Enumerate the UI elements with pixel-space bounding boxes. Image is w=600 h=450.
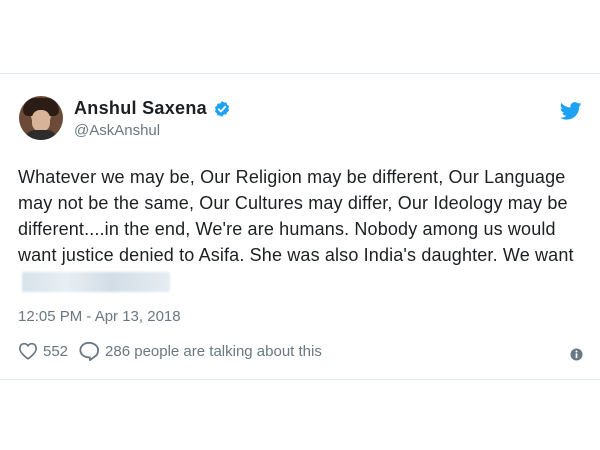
speech-bubble-icon: [79, 341, 100, 361]
heart-icon: [18, 342, 38, 360]
info-icon[interactable]: [570, 348, 583, 361]
tweet-actions: 552 286 people are talking about this: [18, 341, 322, 361]
verified-badge-icon: [214, 100, 230, 117]
like-button[interactable]: 552: [18, 342, 68, 360]
tweet-body: Whatever we may be, Our Religion may be …: [18, 164, 583, 294]
tweet-text: Whatever we may be, Our Religion may be …: [18, 167, 574, 265]
like-count: 552: [43, 342, 69, 360]
tweet-timestamp[interactable]: 12:05 PM - Apr 13, 2018: [18, 308, 181, 325]
avatar-shirt: [25, 130, 57, 140]
display-name[interactable]: Anshul Saxena: [74, 98, 207, 119]
avatar[interactable]: [19, 96, 63, 140]
avatar-face: [32, 110, 50, 132]
twitter-bird-icon[interactable]: [560, 102, 582, 120]
name-row: Anshul Saxena: [74, 98, 231, 119]
user-handle[interactable]: @AskAnshul: [74, 122, 160, 139]
conversation-label: 286 people are talking about this: [105, 342, 322, 360]
conversation-link[interactable]: 286 people are talking about this: [78, 341, 322, 361]
tweet-card: Anshul Saxena @AskAnshul Whatever we may…: [0, 73, 600, 380]
redacted-blur: [22, 272, 170, 293]
